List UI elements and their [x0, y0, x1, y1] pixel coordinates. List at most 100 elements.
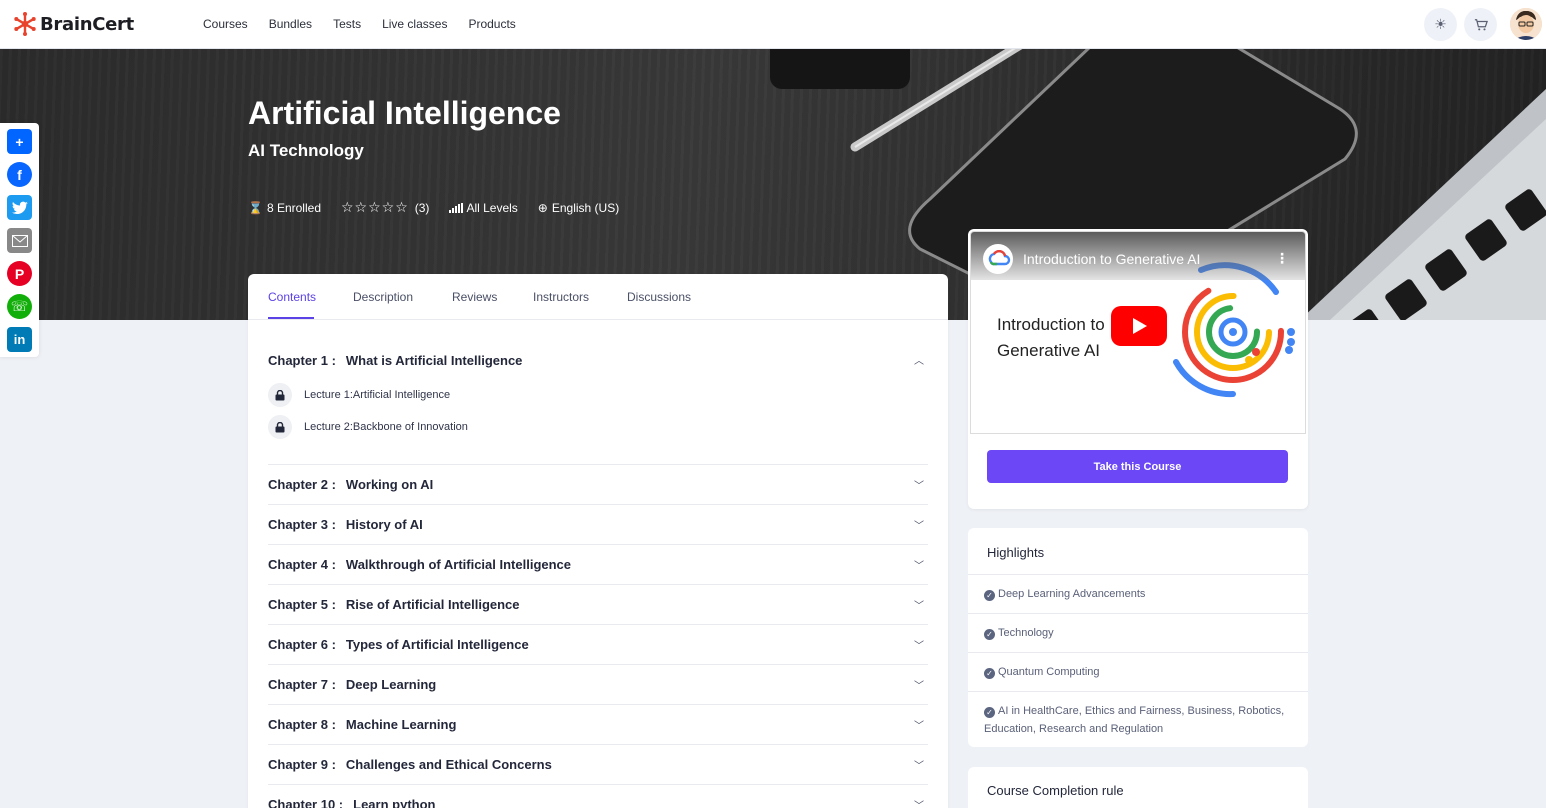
- language-meta: ⊕ English (US): [538, 201, 619, 215]
- nav-tests[interactable]: Tests: [333, 17, 361, 31]
- chapter-2-header[interactable]: Chapter 2 : Working on AI ﹀: [268, 465, 928, 505]
- cart-icon: [1474, 18, 1488, 30]
- check-circle-icon: ✓: [984, 629, 995, 640]
- chapter-title: Deep Learning: [345, 677, 437, 692]
- sun-icon: ☀: [1434, 16, 1447, 32]
- rating-meta[interactable]: ☆☆☆☆☆ (3): [341, 199, 429, 216]
- video-headline: Introduction to Generative AI: [997, 312, 1105, 364]
- nav-bundles[interactable]: Bundles: [269, 17, 312, 31]
- chapter-title: Machine Learning: [345, 717, 457, 732]
- chevron-down-icon: ﹀: [914, 761, 924, 772]
- brand-name: BrainCert: [40, 13, 134, 35]
- facebook-icon[interactable]: f: [7, 162, 32, 187]
- highlight-item: ✓ Technology: [968, 613, 1308, 652]
- chapter-number: Chapter 8 :: [268, 717, 336, 732]
- chapter-9-header[interactable]: Chapter 9 : Challenges and Ethical Conce…: [268, 745, 928, 785]
- completion-heading: Course Completion rule: [987, 783, 1124, 798]
- chapter-title: Challenges and Ethical Concerns: [345, 757, 552, 772]
- user-avatar[interactable]: [1510, 8, 1542, 40]
- tab-instructors[interactable]: Instructors: [533, 290, 589, 304]
- chapter-number: Chapter 10 :: [268, 797, 344, 808]
- chapter-5-header[interactable]: Chapter 5 : Rise of Artificial Intellige…: [268, 585, 928, 625]
- tab-reviews[interactable]: Reviews: [452, 290, 497, 304]
- globe-icon: ⊕: [537, 200, 548, 215]
- lock-icon: [268, 415, 292, 439]
- level-meta: All Levels: [449, 200, 518, 215]
- nav-live-classes[interactable]: Live classes: [382, 17, 447, 31]
- enrolled-count: 8 Enrolled: [266, 200, 321, 215]
- highlight-item: ✓ Quantum Computing: [968, 652, 1308, 691]
- theme-toggle-button[interactable]: ☀: [1424, 8, 1457, 41]
- chevron-down-icon: ﹀: [914, 481, 924, 492]
- chevron-down-icon: ﹀: [914, 561, 924, 572]
- share-icon[interactable]: +: [7, 129, 32, 154]
- highlight-text: AI in HealthCare, Ethics and Fairness, B…: [984, 705, 1285, 735]
- lecture-item[interactable]: Lecture 2:Backbone of Innovation: [268, 415, 468, 439]
- whatsapp-icon[interactable]: ☏: [7, 294, 32, 319]
- chapter-title: What is Artificial Intelligence: [345, 352, 523, 368]
- video-headline-line-2: Generative AI: [997, 341, 1101, 360]
- lock-icon: [268, 383, 292, 407]
- nav-products[interactable]: Products: [468, 17, 515, 31]
- top-navbar: BrainCert Courses Bundles Tests Live cla…: [0, 0, 1546, 49]
- chapter-3-header[interactable]: Chapter 3 : History of AI ﹀: [268, 505, 928, 545]
- chevron-up-icon: ︿: [914, 356, 924, 367]
- enrolled-meta: ⌛ 8 Enrolled: [248, 201, 321, 215]
- google-cloud-logo-icon: [983, 244, 1013, 274]
- tab-contents[interactable]: Contents: [268, 290, 316, 304]
- chapter-number: Chapter 4 :: [268, 557, 336, 572]
- course-content-card: Contents Description Reviews Instructors…: [248, 274, 948, 808]
- chevron-down-icon: ﹀: [914, 601, 924, 612]
- video-title[interactable]: Introduction to Generative AI: [1023, 251, 1200, 267]
- braincert-logo-icon: [14, 12, 36, 36]
- course-preview-card: Introduction to Generative AI ⋮ Introduc…: [968, 229, 1308, 509]
- linkedin-icon[interactable]: in: [7, 327, 32, 352]
- chapter-title: Types of Artificial Intelligence: [345, 637, 529, 652]
- course-title: Artificial Intelligence: [248, 95, 561, 131]
- chapter-number: Chapter 3 :: [268, 517, 336, 532]
- video-player[interactable]: Introduction to Generative AI ⋮ Introduc…: [970, 231, 1306, 434]
- chapter-4-header[interactable]: Chapter 4 : Walkthrough of Artificial In…: [268, 545, 928, 585]
- highlights-heading: Highlights: [987, 545, 1045, 560]
- chevron-down-icon: ﹀: [914, 681, 924, 692]
- highlight-text: Quantum Computing: [998, 666, 1100, 678]
- twitter-icon[interactable]: [7, 195, 32, 220]
- course-tabs: Contents Description Reviews Instructors…: [248, 274, 948, 320]
- chapter-6-header[interactable]: Chapter 6 : Types of Artificial Intellig…: [268, 625, 928, 665]
- youtube-play-icon[interactable]: [1111, 306, 1167, 346]
- nav-courses[interactable]: Courses: [203, 17, 248, 31]
- tab-discussions[interactable]: Discussions: [627, 290, 691, 304]
- active-tab-indicator: [268, 317, 314, 319]
- pinterest-icon[interactable]: P: [7, 261, 32, 286]
- chapter-1-header[interactable]: Chapter 1 : What is Artificial Intellige…: [268, 340, 928, 380]
- chevron-down-icon: ﹀: [914, 721, 924, 732]
- highlights-card: Highlights ✓ Deep Learning Advancements ✓…: [968, 528, 1308, 747]
- chapter-title: Working on AI: [345, 477, 434, 492]
- avatar-icon: [1510, 8, 1542, 40]
- enrolled-icon: ⌛: [248, 200, 263, 215]
- chapter-title: History of AI: [345, 517, 423, 532]
- chapter-8-header[interactable]: Chapter 8 : Machine Learning ﹀: [268, 705, 928, 745]
- cart-button[interactable]: [1464, 8, 1497, 41]
- chapter-number: Chapter 7 :: [268, 677, 336, 692]
- chevron-down-icon: ﹀: [914, 521, 924, 532]
- chapter-7-header[interactable]: Chapter 7 : Deep Learning ﹀: [268, 665, 928, 705]
- more-vertical-icon[interactable]: ⋮: [1275, 250, 1289, 267]
- take-course-button[interactable]: Take this Course: [987, 450, 1288, 483]
- tab-description[interactable]: Description: [353, 290, 413, 304]
- star-rating-icon: ☆☆☆☆☆: [341, 199, 409, 215]
- highlight-item: ✓ AI in HealthCare, Ethics and Fairness, …: [968, 691, 1308, 747]
- lecture-title: Lecture 1:Artificial Intelligence: [304, 389, 451, 401]
- check-circle-icon: ✓: [984, 590, 995, 601]
- email-icon[interactable]: [7, 228, 32, 253]
- lecture-item[interactable]: Lecture 1:Artificial Intelligence: [268, 383, 450, 407]
- check-circle-icon: ✓: [984, 668, 995, 679]
- video-headline-line-1: Introduction to: [997, 315, 1105, 334]
- course-language: English (US): [551, 200, 620, 215]
- course-completion-card: Course Completion rule: [968, 767, 1308, 808]
- chapter-10-header[interactable]: Chapter 10 : Learn python ﹀: [268, 785, 928, 808]
- chapter-title: Rise of Artificial Intelligence: [345, 597, 520, 612]
- main-nav: Courses Bundles Tests Live classes Produ…: [203, 17, 537, 31]
- course-level: All Levels: [466, 200, 518, 215]
- brand-logo[interactable]: BrainCert: [12, 12, 134, 36]
